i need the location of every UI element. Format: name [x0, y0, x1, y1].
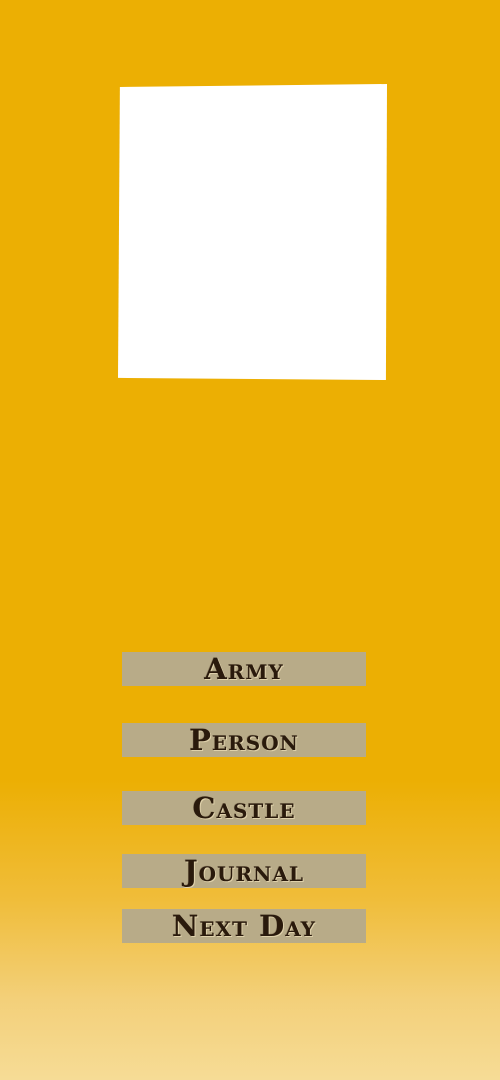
- portrait-image-panel: [118, 84, 387, 380]
- next-day-button-label: Next Day: [171, 909, 317, 943]
- army-button-label: Army: [204, 652, 284, 686]
- army-button[interactable]: Army: [122, 652, 366, 686]
- next-day-button[interactable]: Next Day: [122, 909, 366, 943]
- journal-button-label: Journal: [183, 854, 305, 888]
- person-button[interactable]: Person: [122, 723, 366, 757]
- castle-button-label: Castle: [192, 791, 296, 825]
- person-button-label: Person: [189, 723, 299, 757]
- journal-button[interactable]: Journal: [122, 854, 366, 888]
- castle-button[interactable]: Castle: [122, 791, 366, 825]
